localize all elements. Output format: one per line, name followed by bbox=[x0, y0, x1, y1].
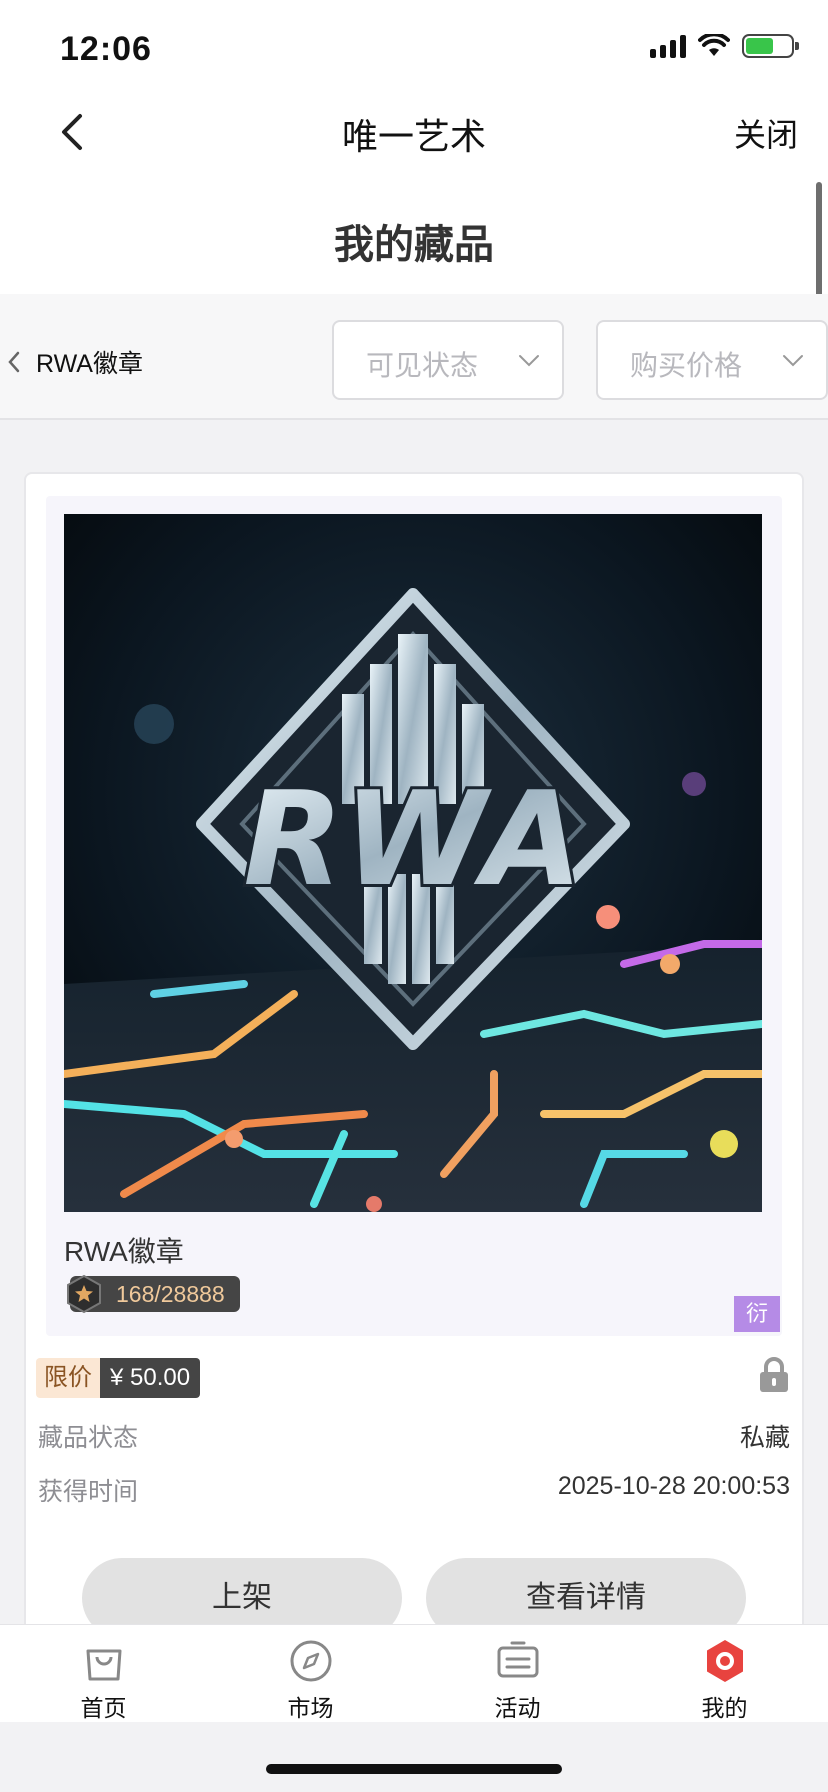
status-label: 藏品状态 bbox=[38, 1424, 139, 1452]
price-label: 限价 bbox=[36, 1358, 100, 1398]
price-filter-select[interactable]: 购买价格 bbox=[596, 320, 828, 400]
collection-back-button[interactable]: RWA徽章 bbox=[6, 344, 143, 380]
battery-icon bbox=[742, 34, 799, 58]
filter-bar: RWA徽章 可见状态 购买价格 bbox=[0, 294, 828, 420]
artwork-logo-text: RWA bbox=[243, 763, 582, 915]
nav-title: 唯一艺术 bbox=[341, 116, 486, 157]
page-header: 我的藏品 bbox=[0, 172, 828, 294]
price-filter-placeholder: 购买价格 bbox=[630, 350, 743, 381]
item-name: RWA徽章 bbox=[64, 1236, 184, 1267]
bag-icon bbox=[86, 1649, 121, 1681]
chevron-down-icon bbox=[783, 355, 803, 367]
collection-name: RWA徽章 bbox=[36, 350, 143, 378]
compass-icon bbox=[290, 1640, 331, 1682]
serial-number-badge: 168/28888 bbox=[67, 1274, 240, 1314]
tab-market-label: 市场 bbox=[287, 1695, 334, 1721]
status-bar: 12:06 bbox=[0, 0, 828, 92]
view-details-button[interactable]: 查看详情 bbox=[426, 1558, 746, 1624]
status-row: 藏品状态 私藏 bbox=[38, 1418, 790, 1454]
tab-mine-label: 我的 bbox=[701, 1695, 748, 1721]
chevron-down-icon bbox=[519, 355, 539, 367]
price-tag: 限价 ¥ 50.00 bbox=[36, 1358, 201, 1398]
status-time: 12:06 bbox=[60, 30, 152, 68]
artwork-panel: RWA RWA徽章 168/28888 衍 bbox=[46, 496, 782, 1336]
chevron-left-icon bbox=[8, 351, 20, 373]
home-indicator-area bbox=[0, 1722, 828, 1792]
acquired-time-value: 2025-10-28 20:00:53 bbox=[557, 1472, 790, 1500]
visibility-filter-select[interactable]: 可见状态 bbox=[332, 320, 564, 400]
tab-activity-label: 活动 bbox=[494, 1695, 541, 1721]
close-button[interactable]: 关闭 bbox=[734, 110, 798, 156]
derivative-tag: 衍 bbox=[734, 1296, 780, 1332]
status-value: 私藏 bbox=[739, 1424, 790, 1452]
acquired-time-row: 获得时间 2025-10-28 20:00:53 bbox=[38, 1472, 790, 1508]
nav-bar: 唯一艺术 关闭 bbox=[0, 92, 828, 172]
list-for-sale-button[interactable]: 上架 bbox=[82, 1558, 402, 1624]
star-badge-icon bbox=[67, 1274, 101, 1314]
tab-market[interactable]: 市场 bbox=[207, 1625, 414, 1722]
status-icons bbox=[650, 34, 799, 58]
wifi-icon bbox=[698, 34, 730, 56]
tab-home-label: 首页 bbox=[80, 1695, 127, 1721]
ticket-icon bbox=[497, 1641, 538, 1678]
tab-activity[interactable]: 活动 bbox=[414, 1625, 621, 1722]
home-indicator[interactable] bbox=[266, 1764, 562, 1774]
visibility-filter-placeholder: 可见状态 bbox=[366, 350, 479, 381]
tab-mine[interactable]: 我的 bbox=[621, 1625, 828, 1722]
price-value: ¥ 50.00 bbox=[100, 1358, 201, 1398]
profile-hex-icon bbox=[706, 1640, 743, 1682]
collection-list: RWA RWA徽章 168/28888 衍 限价 ¥ 50.00 藏品状态 私藏… bbox=[0, 420, 828, 1624]
collection-card: RWA RWA徽章 168/28888 衍 限价 ¥ 50.00 藏品状态 私藏… bbox=[24, 472, 804, 1624]
page-title: 我的藏品 bbox=[334, 223, 494, 267]
acquired-time-label: 获得时间 bbox=[38, 1478, 139, 1506]
tab-home[interactable]: 首页 bbox=[0, 1625, 207, 1722]
artwork-image[interactable]: RWA bbox=[64, 514, 762, 1212]
cellular-signal-icon bbox=[650, 34, 686, 58]
lock-icon[interactable] bbox=[758, 1356, 790, 1394]
tab-bar: 首页 市场 活动 我的 bbox=[0, 1624, 828, 1722]
serial-number: 168/28888 bbox=[116, 1281, 225, 1307]
